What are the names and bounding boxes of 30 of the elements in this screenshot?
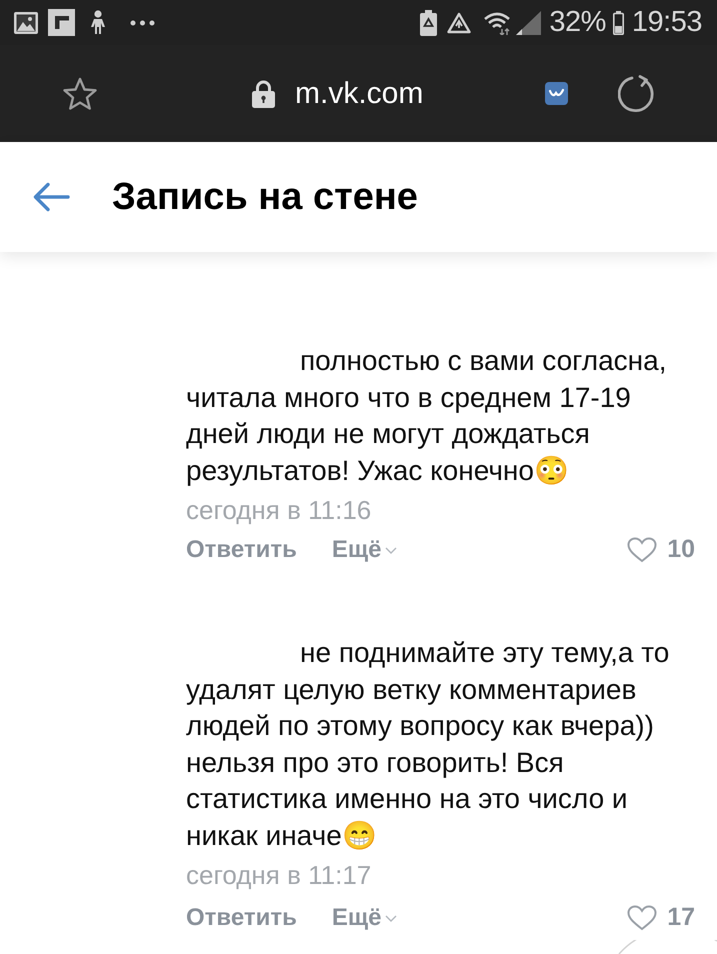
address-url[interactable]: m.vk.com	[295, 78, 424, 108]
reply-link[interactable]: Ответить	[186, 903, 297, 933]
more-dots-icon	[130, 20, 155, 26]
battery-percent: 32%	[549, 8, 606, 37]
back-arrow-icon[interactable]	[33, 182, 70, 212]
like-button[interactable]: 17	[627, 903, 695, 933]
clock-time: 19:53	[632, 8, 702, 37]
battery-saver-icon	[420, 10, 438, 36]
star-icon[interactable]	[62, 76, 98, 110]
reply-link[interactable]: Ответить	[186, 535, 297, 565]
reload-icon[interactable]	[618, 74, 656, 112]
gallery-icon	[14, 12, 38, 34]
page-title: Запись на стене	[112, 178, 418, 216]
caret-icon	[384, 914, 397, 922]
comment-text: не поднимайте эту тему,а то удалят целую ветку комментариев людей по этому вопросу как вчера)) нельзя про это говорить! Вся статистика именно на это число и никак иначе😁	[186, 636, 670, 852]
comment-text: полностью с вами согласна, читала много что в среднем 17-19 дней люди не могут дождаться результатов! Ужас конечно😳	[186, 344, 668, 488]
battery-icon	[612, 10, 624, 34]
more-dropdown[interactable]: Ещё	[332, 535, 397, 565]
like-button[interactable]: 10	[627, 535, 695, 565]
triangle-arrow-icon	[447, 12, 472, 34]
lock-icon	[252, 80, 275, 108]
caret-icon	[384, 546, 397, 554]
more-dropdown[interactable]: Ещё	[332, 903, 397, 933]
stepped-square-icon	[48, 9, 75, 36]
signal-icon	[516, 10, 542, 34]
person-icon	[88, 10, 108, 35]
wifi-icon	[483, 10, 512, 34]
comment-time: сегодня в 11:16	[186, 494, 372, 527]
comment-time: сегодня в 11:17	[186, 859, 372, 892]
favicon-icon[interactable]	[545, 82, 568, 105]
